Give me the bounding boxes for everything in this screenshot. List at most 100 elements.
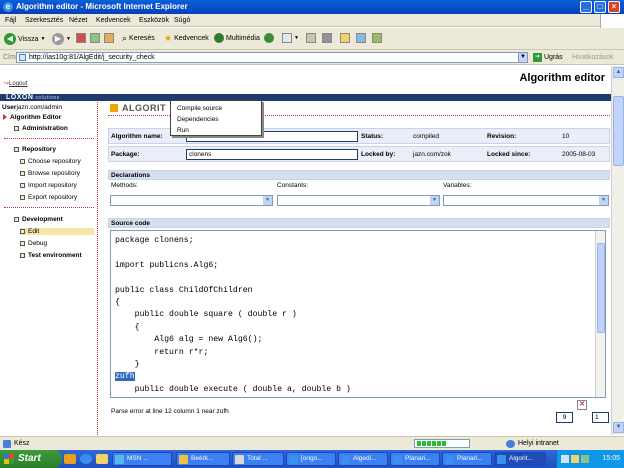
menu-view[interactable]: Nézet (69, 17, 87, 24)
go-button[interactable]: ➜ Ugrás (533, 53, 563, 62)
nav-export-repository[interactable]: Export repository (20, 194, 77, 201)
nav-test-environment[interactable]: Test environment (20, 252, 82, 259)
source-code-header: Source code (108, 218, 610, 228)
home-button[interactable] (104, 33, 114, 43)
menu-favorites[interactable]: Kedvencek (96, 17, 131, 24)
minimize-button[interactable]: _ (580, 1, 592, 13)
nav-debug[interactable]: Debug (20, 240, 47, 247)
start-button[interactable]: Start (0, 450, 62, 468)
sidebar: Userjazn.com/admin Algorithm Editor Admi… (0, 102, 98, 435)
menu-compile-source[interactable]: Compile source (177, 105, 222, 112)
nav-import-repository[interactable]: Import repository (20, 182, 77, 189)
quicklaunch-icon-3[interactable] (96, 454, 108, 464)
back-label: Vissza (18, 35, 39, 43)
close-button[interactable]: × (608, 1, 620, 13)
nav-edit[interactable]: Edit (20, 228, 94, 235)
bullet-icon (20, 240, 25, 246)
research-icon (372, 33, 382, 43)
menu-help[interactable]: Súgó (174, 17, 190, 24)
intranet-icon (506, 440, 515, 448)
quicklaunch-ie-icon[interactable] (80, 454, 92, 464)
error-line-field[interactable]: 9 (556, 412, 573, 423)
address-dropdown-button[interactable]: ▼ (518, 52, 528, 63)
scroll-up-icon[interactable]: ▲ (613, 67, 624, 78)
nav-item-label: Debug (28, 240, 48, 247)
code-scrollbar[interactable] (595, 231, 605, 397)
media-icon (214, 33, 224, 43)
page-content: ↪Logout Algorithm editor LOXON solutions … (0, 66, 611, 435)
error-column-field[interactable]: 1 (592, 412, 609, 423)
nav-repository[interactable]: Repository (14, 146, 56, 153)
print-button[interactable] (306, 33, 316, 43)
menu-file[interactable]: Fájl (5, 17, 16, 24)
taskbar-item-algedi[interactable]: Algedi... (338, 452, 388, 466)
methods-select[interactable]: ▼ (110, 195, 273, 206)
tray-icon-3[interactable] (581, 455, 589, 463)
menu-run[interactable]: Run (177, 127, 189, 134)
links-label[interactable]: Hivatkozások (572, 54, 614, 61)
menu-tools[interactable]: Eszközök (139, 17, 169, 24)
code-lines-after: public double execute ( double a, double… (134, 384, 351, 394)
research-button[interactable] (372, 33, 382, 43)
address-input[interactable]: http://ias10g:81/AlgEdit/j_security_chec… (16, 52, 528, 63)
mail-button[interactable]: ▼ (282, 33, 299, 43)
forward-button[interactable]: ▶ ▼ (52, 33, 71, 45)
nav-root[interactable]: Algorithm Editor (3, 114, 61, 121)
folder-icon (340, 33, 350, 43)
go-arrow-icon: ➜ (533, 53, 542, 62)
locked-since-value: 2005-08-03 (562, 151, 596, 158)
declarations-header: Declarations (108, 170, 610, 180)
taskbar-item-msn[interactable]: MSN ... (112, 452, 172, 466)
taskbar-item-label: Planari... (405, 455, 431, 462)
window-titlebar[interactable]: e Algorithm editor - Microsoft Internet … (0, 0, 624, 14)
error-close-icon[interactable]: ✕ (577, 400, 587, 410)
scroll-down-icon[interactable]: ▼ (613, 422, 624, 433)
taskbar-item-planari-2[interactable]: Planari... (442, 452, 492, 466)
tray-icon-1[interactable] (561, 455, 569, 463)
constants-select[interactable]: ▼ (277, 195, 440, 206)
nav-administration-label: Administration (22, 125, 68, 132)
page-scrollbar[interactable]: ▲ ▼ (611, 66, 624, 435)
ie-icon: e (3, 2, 13, 12)
quicklaunch-icon-1[interactable] (64, 454, 76, 464)
taskbar-item-label: Total ... (247, 455, 268, 462)
nav-repository-label: Repository (22, 146, 56, 153)
taskbar-item-total[interactable]: Total ... (232, 452, 284, 466)
back-button[interactable]: ◀ Vissza ▼ (4, 33, 45, 45)
stop-button[interactable] (76, 33, 86, 43)
source-code-editor[interactable]: package clonens; import publicns.Alg6; p… (110, 230, 606, 398)
window-title: Algorithm editor - Microsoft Internet Ex… (16, 2, 188, 11)
folder-button[interactable] (340, 33, 350, 43)
taskbar-item-inbox[interactable]: Beérk... (176, 452, 230, 466)
maximize-button[interactable]: □ (594, 1, 606, 13)
context-menu: Compile source Dependencies Run (170, 100, 262, 136)
menu-edit[interactable]: Szerkesztés (25, 17, 63, 24)
package-field[interactable]: clonens (186, 149, 358, 160)
refresh-button[interactable] (90, 33, 100, 43)
edit-button[interactable] (322, 33, 332, 43)
taskbar-item-planari-1[interactable]: Planari... (390, 452, 440, 466)
nav-administration[interactable]: Administration (14, 125, 68, 132)
nav-choose-repository[interactable]: Choose repository (20, 158, 81, 165)
taskbar-item-origo[interactable]: [origo... (286, 452, 336, 466)
nav-development[interactable]: Development (14, 216, 63, 223)
locked-by-value: jazn.com/zok (413, 151, 451, 158)
menu-dependencies[interactable]: Dependencies (177, 116, 219, 123)
tray-icon-2[interactable] (571, 455, 579, 463)
nav-browse-repository[interactable]: Browse repository (20, 170, 80, 177)
logout-link[interactable]: ↪Logout (4, 80, 27, 87)
brand-name: LOXON (6, 94, 34, 101)
favorites-button[interactable]: ★ Kedvencek (164, 33, 209, 44)
search-button[interactable]: ⌕ Keresés (122, 33, 155, 44)
page-scrollbar-thumb[interactable] (613, 96, 624, 166)
nav-item-label: Browse repository (28, 170, 81, 177)
taskbar-item-algorithm-editor[interactable]: Algorit... (494, 452, 546, 466)
media-button[interactable]: Multimédia (214, 33, 260, 43)
messenger-button[interactable] (356, 33, 366, 43)
page-status-icon (3, 440, 11, 448)
edit-icon (322, 33, 332, 43)
code-scrollbar-thumb[interactable] (597, 243, 605, 333)
taskbar-item-label: Planari... (457, 455, 483, 462)
variables-select[interactable]: ▼ (443, 195, 609, 206)
history-button[interactable] (264, 33, 274, 43)
